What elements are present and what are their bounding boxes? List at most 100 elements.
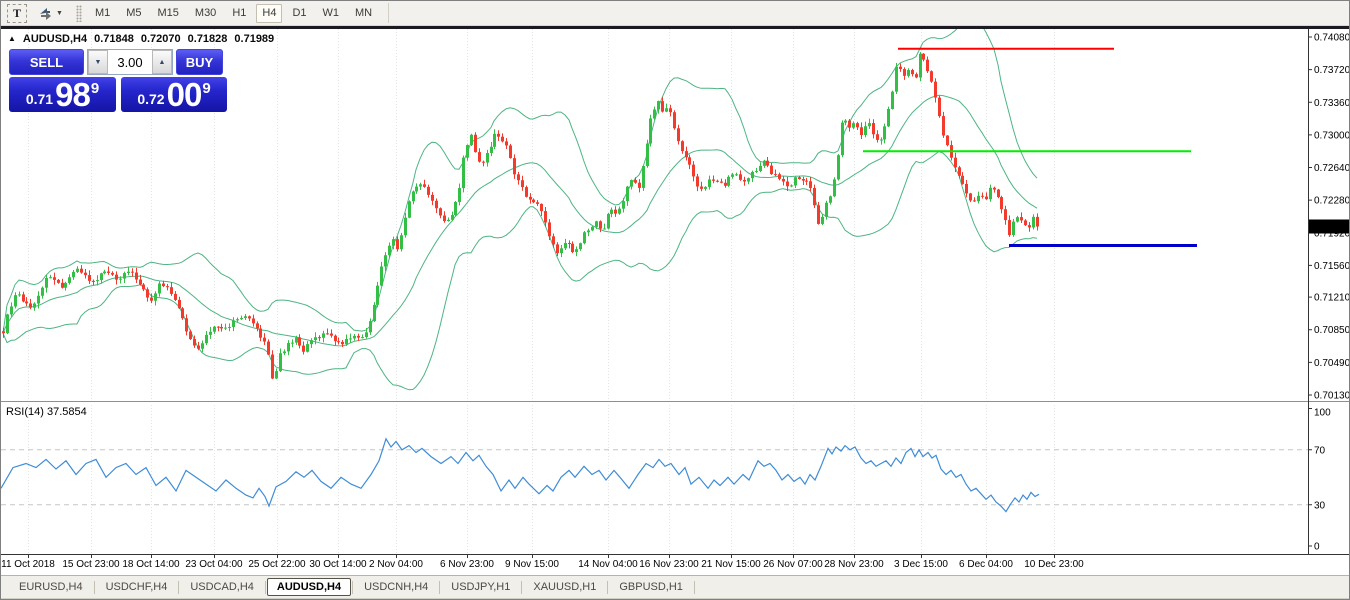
- candle-body: [720, 182, 723, 183]
- candle-body: [415, 187, 418, 192]
- tab-gbpusd-h1[interactable]: GBPUSD,H1: [609, 578, 693, 596]
- volume-decrease-button[interactable]: ▼: [88, 50, 108, 74]
- candle-body: [973, 200, 976, 201]
- candle-body: [384, 255, 387, 266]
- time-tick-label: 30 Oct 14:00: [309, 559, 367, 570]
- candle-body: [197, 346, 200, 349]
- tab-separator: [94, 581, 95, 594]
- candle-body: [525, 187, 528, 197]
- tab-eurusd-h4[interactable]: EURUSD,H4: [9, 578, 93, 596]
- price-tick-label: 0.72280: [1314, 196, 1350, 207]
- candle-body: [466, 145, 469, 158]
- candle-body: [856, 123, 859, 127]
- candle-body: [692, 165, 695, 177]
- candle-body: [64, 283, 67, 288]
- candle-body: [96, 280, 99, 281]
- candle-body: [341, 342, 344, 344]
- candle-body: [291, 343, 294, 344]
- candle-body: [486, 153, 489, 163]
- tab-xauusd-h1[interactable]: XAUUSD,H1: [523, 578, 606, 596]
- candle-body: [958, 167, 961, 175]
- text-label-tool-button[interactable]: T: [7, 4, 27, 23]
- ohlc-low: 0.71828: [188, 33, 228, 45]
- tab-usdjpy-h1[interactable]: USDJPY,H1: [441, 578, 520, 596]
- buy-button[interactable]: BUY: [176, 49, 223, 75]
- candle-body: [18, 294, 21, 295]
- candle-body: [509, 145, 512, 158]
- timeframe-m5[interactable]: M5: [120, 4, 147, 23]
- candle-body: [704, 187, 707, 189]
- candle-body: [76, 269, 79, 272]
- timeframe-d1[interactable]: D1: [286, 4, 312, 23]
- tab-usdchf-h4[interactable]: USDCHF,H4: [96, 578, 178, 596]
- tab-usdcad-h4[interactable]: USDCAD,H4: [180, 578, 264, 596]
- candle-body: [817, 205, 820, 224]
- candle-body: [852, 123, 855, 128]
- sell-button-label: SELL: [30, 55, 63, 70]
- price-tick-label: 0.71210: [1314, 293, 1350, 304]
- candle-body: [337, 341, 340, 342]
- candle-body: [376, 286, 379, 305]
- buy-price-display[interactable]: 0.72 00 9: [121, 77, 227, 112]
- candle-body: [529, 197, 532, 200]
- candle-body: [665, 108, 668, 111]
- candle-body: [540, 204, 543, 211]
- candle-body: [560, 248, 563, 253]
- tab-separator: [439, 581, 440, 594]
- timeframe-h4[interactable]: H4: [256, 4, 282, 23]
- candle-body: [201, 343, 204, 348]
- candle-body: [150, 298, 153, 301]
- candle-body: [439, 208, 442, 215]
- candle-body: [181, 308, 184, 318]
- candle-body: [330, 334, 333, 336]
- candle-body: [224, 328, 227, 329]
- candle-body: [443, 216, 446, 222]
- candle-body: [419, 184, 422, 186]
- toolbar-grip[interactable]: [76, 5, 82, 22]
- volume-input[interactable]: [108, 50, 152, 74]
- candle-body: [579, 243, 582, 249]
- candle-body: [977, 196, 980, 201]
- timeframe-m30[interactable]: M30: [189, 4, 222, 23]
- sell-price-display[interactable]: 0.71 98 9: [9, 77, 116, 112]
- candle-body: [1032, 217, 1035, 228]
- candle-body: [630, 180, 633, 187]
- tab-audusd-h4[interactable]: AUDUSD,H4: [267, 578, 351, 596]
- tab-usdcnh-h4[interactable]: USDCNH,H4: [354, 578, 438, 596]
- timeframe-mn[interactable]: MN: [349, 4, 378, 23]
- time-tick-label: 21 Nov 15:00: [701, 559, 761, 570]
- candle-body: [809, 181, 812, 188]
- timeframe-w1[interactable]: W1: [317, 4, 346, 23]
- time-tick-label: 26 Nov 07:00: [763, 559, 823, 570]
- candle-body: [279, 353, 282, 371]
- candle-body: [798, 177, 801, 179]
- rsi-indicator-label: RSI(14) 37.5854: [6, 406, 87, 418]
- candle-body: [107, 272, 110, 273]
- collapse-panel-icon[interactable]: ▲: [8, 35, 16, 43]
- candle-body: [688, 157, 691, 164]
- arrows-tool-button[interactable]: ▼: [33, 3, 67, 23]
- candle-body: [673, 112, 676, 128]
- timeframe-m15[interactable]: M15: [152, 4, 185, 23]
- timeframe-m1[interactable]: M1: [89, 4, 116, 23]
- sell-button[interactable]: SELL: [9, 49, 84, 75]
- candle-body: [298, 337, 301, 345]
- candle-body: [380, 267, 383, 286]
- candle-body: [267, 342, 270, 355]
- chart-region: 0.740800.737200.733600.730000.726400.722…: [1, 29, 1350, 575]
- tab-separator: [521, 581, 522, 594]
- candle-body: [193, 339, 196, 346]
- candle-body: [517, 174, 520, 180]
- timeframe-h1[interactable]: H1: [226, 4, 252, 23]
- candle-body: [72, 272, 75, 277]
- candle-body: [505, 141, 508, 145]
- candle-body: [6, 314, 9, 333]
- candle-body: [907, 70, 910, 76]
- candle-body: [763, 161, 766, 166]
- candle-body: [599, 221, 602, 228]
- price-tick-label: 0.74080: [1314, 33, 1350, 44]
- candle-body: [759, 166, 762, 171]
- candle-body: [696, 176, 699, 186]
- candle-body: [887, 109, 890, 126]
- volume-increase-button[interactable]: ▲: [152, 50, 172, 74]
